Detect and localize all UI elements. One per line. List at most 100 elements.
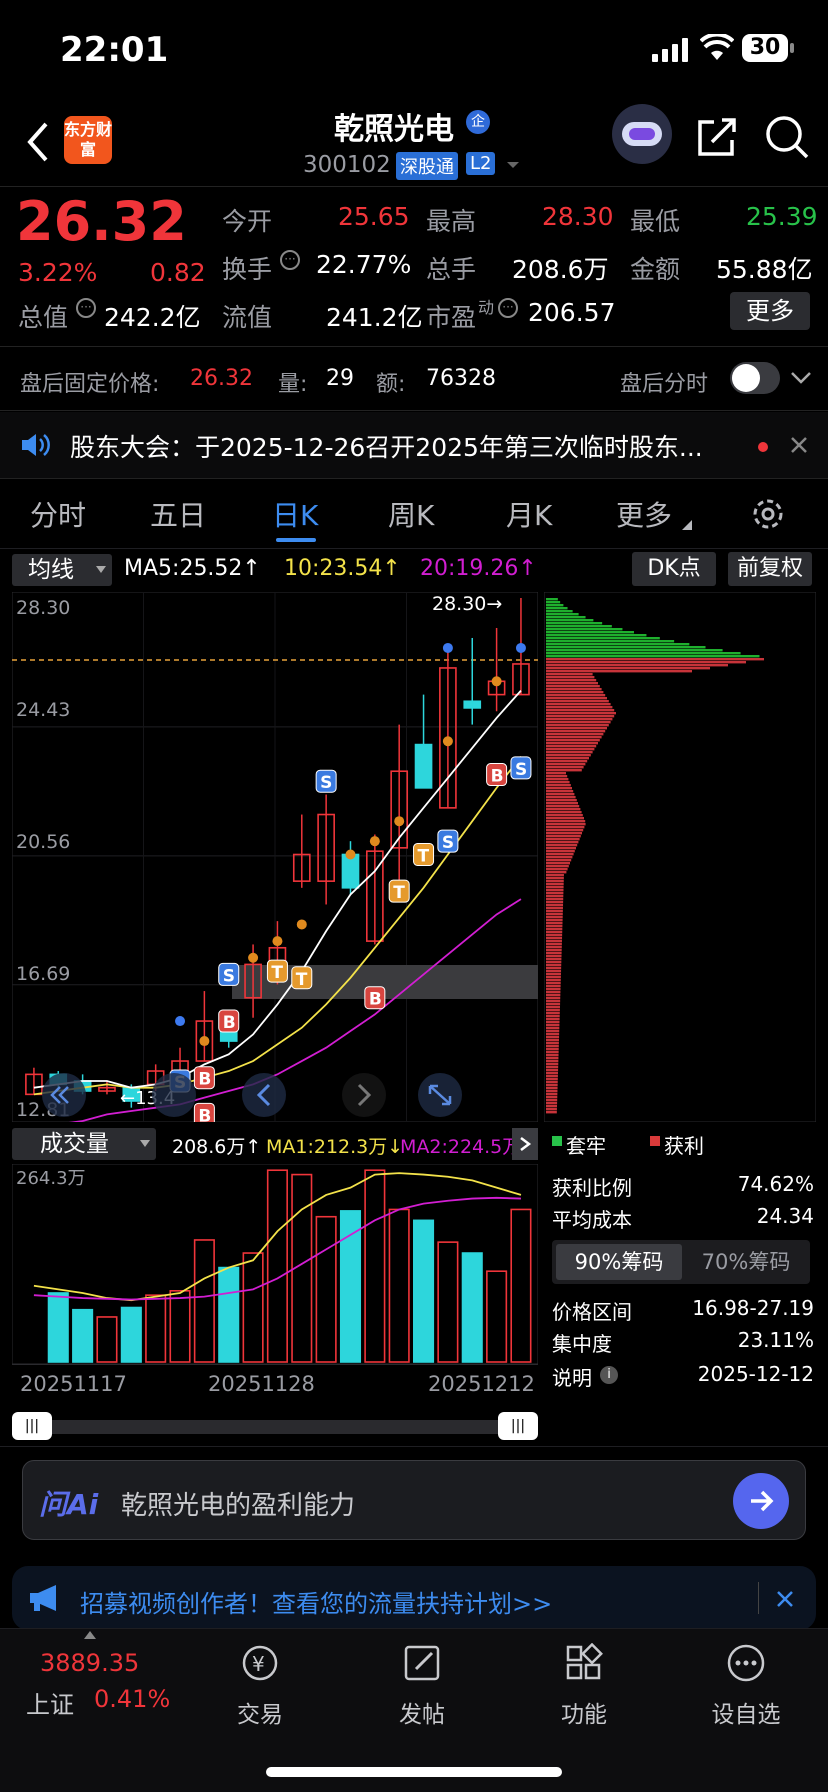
chip-bar — [546, 784, 571, 787]
chip-bar — [546, 1063, 559, 1066]
low-value: 25.39 — [746, 202, 818, 231]
notice-text: 股东大会：于2025-12-26召开2025年第三次临时股东... — [70, 433, 703, 462]
info-icon[interactable]: ··· — [76, 298, 96, 318]
volume-y-top: 264.3万 — [16, 1168, 86, 1189]
zoom-out-icon[interactable] — [152, 1073, 196, 1117]
total-cap-value: 242.2亿 — [104, 303, 201, 332]
promo-banner[interactable]: 招募视频创作者！查看您的流量扶持计划>> — [12, 1566, 816, 1630]
dk-point-button[interactable]: DK点 — [632, 552, 716, 586]
chip-bar — [546, 637, 660, 640]
robot-avatar-icon[interactable] — [612, 104, 672, 164]
tab-monthly-k[interactable]: 月K — [506, 494, 552, 534]
chip-bar — [546, 1060, 559, 1063]
signal-label: B — [491, 767, 504, 787]
nav-post[interactable]: 发帖 — [352, 1643, 492, 1729]
caret-icon — [682, 520, 692, 530]
chip-bar — [546, 916, 563, 919]
candle-body — [463, 700, 482, 709]
range-scrollbar[interactable] — [30, 1420, 530, 1434]
chip-bar — [546, 1042, 559, 1045]
tab-daily-k[interactable]: 日K — [272, 494, 318, 534]
total-cap-label: 总值 — [18, 303, 69, 332]
info-icon[interactable]: ··· — [280, 250, 300, 270]
kline-chart[interactable]: SBBSTTSBTTSBSB 28.30 24.43 20.56 16.69 1… — [12, 592, 538, 1122]
nav-functions[interactable]: 功能 — [514, 1642, 654, 1729]
next-button[interactable] — [342, 1073, 386, 1117]
after-hours-amt-label: 额: — [376, 372, 406, 397]
chip-bar — [546, 610, 573, 613]
range-handle-left[interactable]: ||| — [12, 1412, 52, 1440]
chip-bar — [546, 742, 598, 745]
nav-add-watchlist-label: 设自选 — [711, 1702, 781, 1728]
chip-bar — [546, 880, 564, 883]
search-icon[interactable] — [764, 114, 810, 160]
signal-dot — [442, 642, 453, 653]
indicator-selector[interactable]: 均线 — [12, 554, 112, 586]
app-logo[interactable]: 东方财富 — [64, 116, 112, 164]
nav-add-watchlist[interactable]: 设自选 — [676, 1643, 816, 1729]
info-icon[interactable]: ··· — [498, 298, 518, 318]
volume-bar — [315, 1215, 337, 1363]
close-icon[interactable] — [776, 1590, 794, 1608]
tab-five-day[interactable]: 五日 — [150, 494, 206, 534]
indicator-selector-label: 均线 — [28, 557, 74, 583]
chip-bar — [546, 634, 647, 637]
ai-question-input[interactable]: 问Ai 乾照光电的盈利能力 — [22, 1460, 806, 1540]
tab-70-chips[interactable]: 70%筹码 — [684, 1244, 808, 1280]
vol-ma2-line — [33, 1196, 521, 1301]
battery-icon: 30 — [742, 34, 788, 62]
index-widget[interactable]: 3889.35 上证 0.41% — [10, 1629, 170, 1739]
chip-bar — [546, 607, 568, 610]
trade-icon: ¥ — [242, 1645, 278, 1681]
chip-bar — [546, 817, 584, 820]
more-button[interactable]: 更多 — [730, 292, 810, 330]
chevron-down-icon[interactable] — [790, 370, 812, 386]
prev-button[interactable] — [242, 1073, 286, 1117]
volume-current: 208.6万↑ — [172, 1136, 262, 1158]
candle-body — [414, 743, 433, 789]
chip-value-concentration: 23.11% — [737, 1328, 814, 1352]
chip-bar — [546, 1018, 560, 1021]
gear-icon[interactable] — [750, 496, 786, 532]
volume-bar — [413, 1219, 435, 1363]
after-hours-toggle[interactable] — [730, 362, 780, 394]
enterprise-badge-text: 企 — [471, 114, 485, 130]
chip-bar — [546, 811, 582, 814]
volume-selector[interactable]: 成交量 — [12, 1128, 156, 1160]
dropdown-icon — [140, 1140, 150, 1147]
chip-bar — [546, 1012, 560, 1015]
chip-bar — [546, 1105, 558, 1108]
chip-label-avg-cost: 平均成本 — [552, 1208, 632, 1232]
range-handle-right[interactable]: ||| — [498, 1412, 538, 1440]
back-icon[interactable] — [26, 122, 50, 162]
trade-signal-s: S — [315, 769, 337, 793]
notice-bar[interactable]: 股东大会：于2025-12-26召开2025年第三次临时股东... — [0, 412, 828, 478]
chip-bar — [546, 727, 607, 730]
chip-bar — [546, 790, 574, 793]
adjust-button[interactable]: 前复权 — [728, 552, 812, 586]
tab-intraday[interactable]: 分时 — [30, 494, 86, 534]
chip-bar — [546, 1051, 559, 1054]
chip-value-avg-cost: 24.34 — [756, 1204, 814, 1228]
info-icon[interactable]: i — [600, 1366, 618, 1384]
send-button[interactable] — [733, 1473, 789, 1529]
signal-dot — [345, 849, 356, 860]
chip-bar — [546, 628, 623, 631]
close-icon[interactable] — [790, 436, 808, 454]
tab-weekly-k[interactable]: 周K — [388, 494, 434, 534]
chip-bar — [546, 730, 606, 733]
chip-bar — [546, 673, 593, 676]
chevron-down-icon[interactable] — [506, 160, 520, 170]
chip-bar — [546, 895, 564, 898]
tab-90-chips[interactable]: 90%筹码 — [556, 1244, 682, 1280]
chip-bar — [546, 949, 562, 952]
volume-expand-button[interactable] — [512, 1128, 538, 1160]
chip-bar — [546, 826, 585, 829]
tab-more[interactable]: 更多 — [616, 494, 672, 534]
share-icon[interactable] — [696, 116, 738, 158]
chip-bar — [546, 601, 561, 604]
scroll-start-icon[interactable] — [42, 1073, 86, 1117]
chip-bar — [546, 1015, 560, 1018]
signal-label: T — [393, 883, 405, 903]
nav-trade[interactable]: ¥ 交易 — [190, 1643, 330, 1729]
